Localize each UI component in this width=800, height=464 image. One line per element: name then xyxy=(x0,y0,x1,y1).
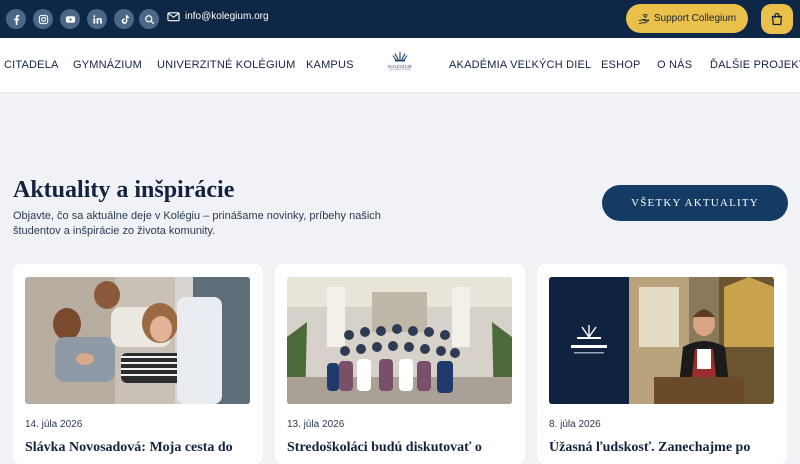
nav-item-o-nas[interactable]: O NÁS xyxy=(657,59,692,71)
nav-item-gymnazium[interactable]: GYMNÁZIUM xyxy=(73,59,142,71)
section-title: Aktuality a inšpirácie xyxy=(13,177,235,203)
mail-icon xyxy=(167,12,180,22)
news-card[interactable]: 13. júla 2026 Stredoškoláci budú diskuto… xyxy=(275,264,525,464)
support-label: Support Collegium xyxy=(653,13,737,24)
logo-subtext: ANTONA NEUWIRTHA xyxy=(389,69,411,71)
nav-item-eshop[interactable]: ESHOP xyxy=(601,59,641,71)
crown-logo-icon xyxy=(392,52,408,62)
shopping-bag-button[interactable] xyxy=(761,4,793,34)
main-nav: CITADELA GYMNÁZIUM UNIVERZITNÉ KOLÉGIUM … xyxy=(0,38,800,93)
section-description: Objavte, čo sa aktuálne deje v Kolégiu –… xyxy=(13,210,381,237)
nav-item-citadela[interactable]: CITADELA xyxy=(4,59,59,71)
site-logo[interactable]: KOLÉGIUM ANTONA NEUWIRTHA xyxy=(383,51,417,77)
email-link[interactable]: info@kolegium.org xyxy=(167,10,269,23)
support-collegium-button[interactable]: Support Collegium xyxy=(626,4,748,33)
news-card-date: 13. júla 2026 xyxy=(287,419,345,430)
linkedin-icon[interactable] xyxy=(87,9,107,29)
news-card-image[interactable] xyxy=(549,277,774,404)
news-card-title[interactable]: Úžasná ľudskosť. Zanechajme po xyxy=(549,440,781,456)
news-card-image[interactable] xyxy=(25,277,250,404)
news-card-title[interactable]: Slávka Novosadová: Moja cesta do xyxy=(25,440,257,456)
news-card-date: 8. júla 2026 xyxy=(549,419,601,430)
news-card[interactable]: 14. júla 2026 Slávka Novosadová: Moja ce… xyxy=(13,264,263,464)
tiktok-icon[interactable] xyxy=(114,9,134,29)
email-text: info@kolegium.org xyxy=(185,11,269,22)
all-news-button[interactable]: VŠETKY AKTUALITY xyxy=(602,185,788,221)
youtube-icon[interactable] xyxy=(60,9,80,29)
instagram-icon[interactable] xyxy=(33,9,53,29)
search-icon[interactable] xyxy=(139,9,159,29)
nav-item-kampus[interactable]: KAMPUS xyxy=(306,59,354,71)
nav-item-univerzitne-kolegium[interactable]: UNIVERZITNÉ KOLÉGIUM xyxy=(157,59,295,71)
nav-item-akademia-velkych-diel[interactable]: AKADÉMIA VEĽKÝCH DIEL xyxy=(449,59,591,71)
top-bar: info@kolegium.org Support Collegium xyxy=(0,0,800,38)
shopping-bag-icon xyxy=(771,12,783,26)
nav-item-dalsie-projekty[interactable]: ĎALŠIE PROJEKTY xyxy=(710,59,800,71)
news-card-date: 14. júla 2026 xyxy=(25,419,83,430)
news-card-image[interactable] xyxy=(287,277,512,404)
heart-hand-icon xyxy=(638,13,649,24)
facebook-icon[interactable] xyxy=(6,9,26,29)
news-card[interactable]: 8. júla 2026 Úžasná ľudskosť. Zanechajme… xyxy=(537,264,787,464)
news-card-title[interactable]: Stredoškoláci budú diskutovať o xyxy=(287,440,519,456)
